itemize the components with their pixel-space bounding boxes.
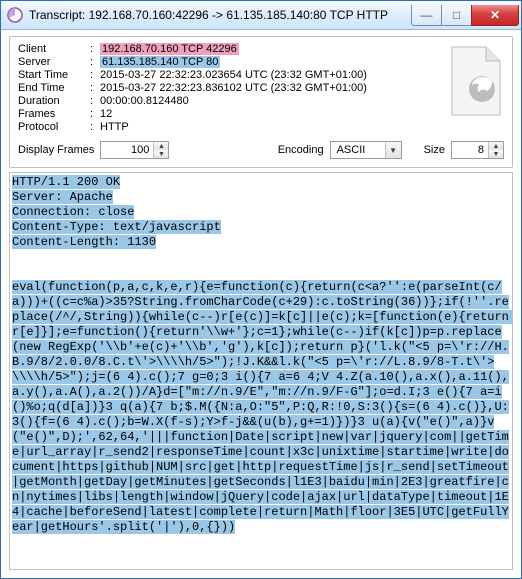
label-end-time: End Time [18, 82, 90, 94]
value-client: 192.168.70.160 TCP 42296 [100, 43, 504, 55]
label-display-frames: Display Frames [18, 144, 94, 156]
label-frames: Frames [18, 108, 90, 120]
value-protocol: HTTP [100, 121, 504, 133]
display-frames-spinner[interactable]: ▲▼ [100, 141, 169, 159]
titlebar[interactable]: Transcript: 192.168.70.160:42296 -> 61.1… [1, 1, 521, 30]
label-size: Size [424, 144, 445, 156]
label-encoding: Encoding [278, 144, 324, 156]
size-input[interactable] [452, 142, 488, 158]
window-title: Transcript: 192.168.70.160:42296 -> 61.1… [29, 8, 412, 22]
close-button[interactable]: ✕ [471, 5, 519, 26]
maximize-button[interactable]: □ [441, 5, 472, 26]
value-frames: 12 [100, 108, 504, 120]
encoding-combo[interactable]: ASCII ▼ [330, 141, 402, 159]
label-server: Server [18, 56, 90, 68]
spin-down-icon: ▼ [489, 150, 503, 158]
display-frames-input[interactable] [101, 142, 153, 158]
chevron-down-icon[interactable]: ▼ [385, 142, 401, 158]
transcript-body[interactable]: HTTP/1.1 200 OK Server: Apache Connectio… [9, 172, 513, 570]
label-client: Client [18, 43, 90, 55]
value-end-time: 2015-03-27 22:32:23.836102 UTC (23:32 GM… [100, 82, 504, 94]
value-duration: 00:00:00.8124480 [100, 95, 504, 107]
value-server: 61.135.185.140 TCP 80 [100, 56, 504, 68]
spin-down-icon: ▼ [154, 150, 168, 158]
encoding-value: ASCII [331, 142, 385, 158]
meta-panel: Client: 192.168.70.160 TCP 42296 Server:… [9, 36, 513, 168]
app-icon [7, 7, 23, 23]
label-start-time: Start Time [18, 69, 90, 81]
minimize-button[interactable]: — [411, 5, 442, 26]
document-icon [448, 45, 504, 117]
value-start-time: 2015-03-27 22:32:23.023654 UTC (23:32 GM… [100, 69, 504, 81]
window-buttons: — □ ✕ [412, 5, 519, 25]
size-spinner[interactable]: ▲▼ [451, 141, 504, 159]
label-protocol: Protocol [18, 121, 90, 133]
app-window: Transcript: 192.168.70.160:42296 -> 61.1… [0, 0, 522, 579]
spin-up-icon: ▲ [154, 142, 168, 150]
spin-up-icon: ▲ [489, 142, 503, 150]
label-duration: Duration [18, 95, 90, 107]
